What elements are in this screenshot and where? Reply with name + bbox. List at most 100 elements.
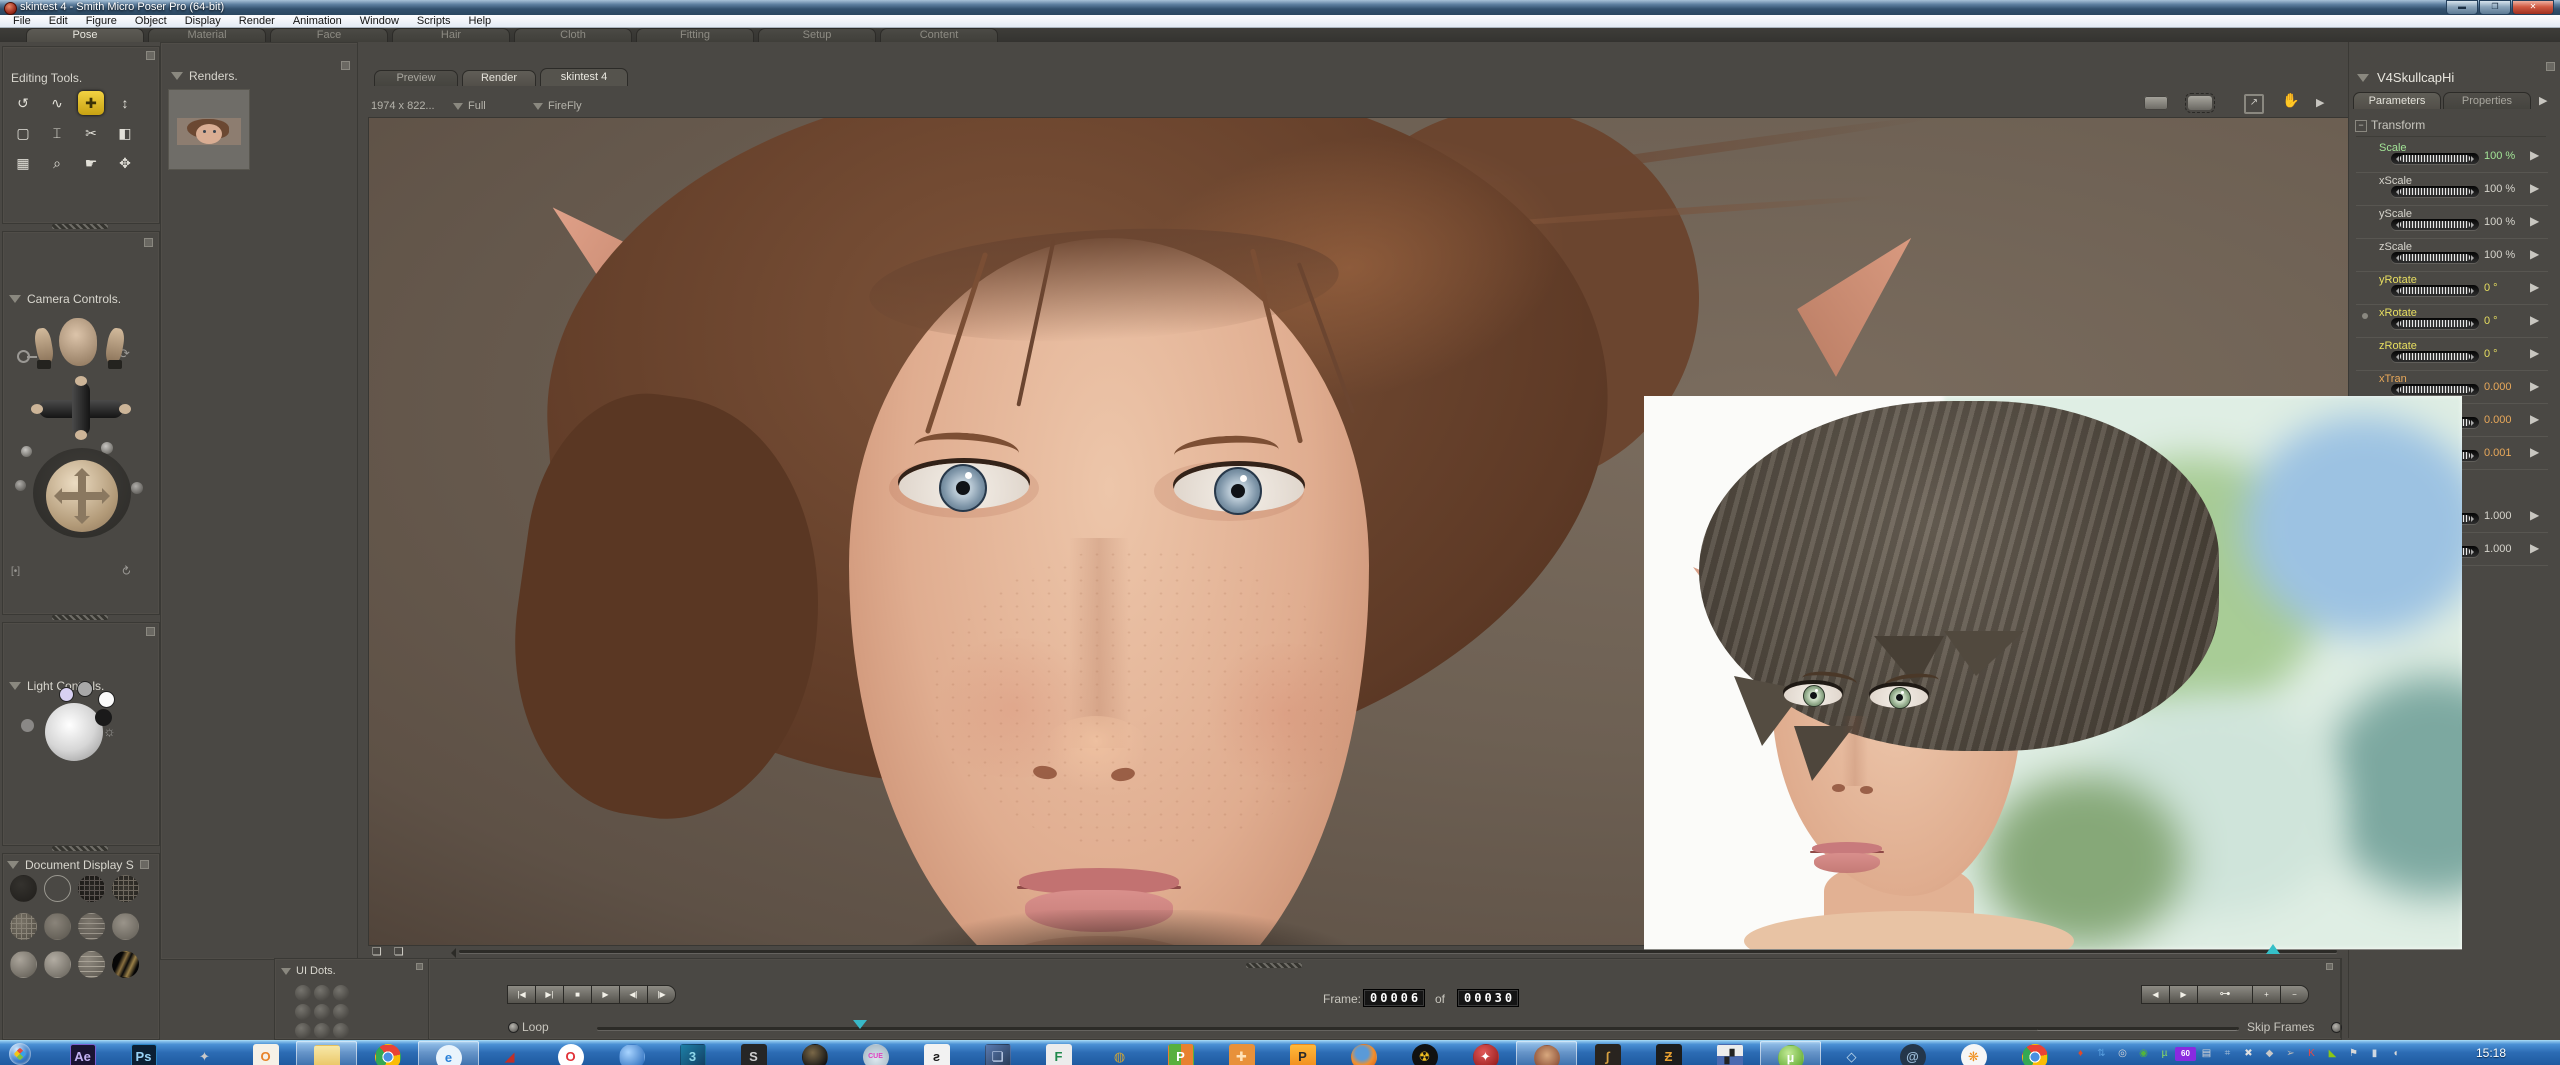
- engine-dropdown[interactable]: FireFly: [533, 100, 582, 112]
- tab-pose[interactable]: Pose: [26, 28, 144, 42]
- collapse-arrow-icon[interactable]: [2357, 73, 2369, 82]
- chrome-icon-2[interactable]: [2004, 1041, 2065, 1065]
- export-render-icon[interactable]: ↗: [2244, 94, 2264, 114]
- tray-utorrent-icon[interactable]: µ: [2154, 1045, 2175, 1063]
- blue-prism-icon[interactable]: ◇: [1821, 1041, 1882, 1065]
- after-effects-icon[interactable]: Ae: [52, 1041, 113, 1065]
- render-progress-marker[interactable]: [2266, 937, 2280, 954]
- ui-dot[interactable]: [333, 1023, 349, 1039]
- menu-window[interactable]: Window: [351, 15, 408, 28]
- camera-dot-3[interactable]: [15, 480, 26, 491]
- frame-total-field[interactable]: 00030: [1457, 989, 1520, 1007]
- dial-value[interactable]: 0.001: [2484, 447, 2512, 459]
- style-smooth-lined[interactable]: [78, 951, 105, 978]
- tray-green-icon[interactable]: ◉: [2133, 1045, 2154, 1063]
- render-size-label[interactable]: 1974 x 822...: [371, 100, 435, 112]
- light-dot-2[interactable]: [77, 681, 93, 697]
- menu-animation[interactable]: Animation: [284, 15, 351, 28]
- more-tools-arrow-icon[interactable]: ▶: [2316, 96, 2324, 109]
- red-utility-icon[interactable]: ◢: [479, 1041, 540, 1065]
- dial-value[interactable]: 0.000: [2484, 381, 2512, 393]
- dial-value[interactable]: 100 %: [2484, 150, 2515, 162]
- render-camera-icon[interactable]: [2144, 96, 2168, 110]
- dial-value[interactable]: 1.000: [2484, 543, 2512, 555]
- dial-options-arrow[interactable]: ▶: [2530, 541, 2539, 555]
- panel-corner-icon[interactable]: [146, 627, 155, 636]
- camera-dot-4[interactable]: [131, 482, 143, 494]
- compare-render-icon-2[interactable]: ❏: [394, 945, 404, 958]
- next-frame-button[interactable]: |▶: [647, 985, 676, 1004]
- dial-options-arrow[interactable]: ▶: [2530, 214, 2539, 228]
- menu-object[interactable]: Object: [126, 15, 176, 28]
- orange-puzzle-icon[interactable]: ✚: [1211, 1041, 1272, 1065]
- skip-frames-track[interactable]: [2037, 1027, 2237, 1030]
- trackball-camera-icon[interactable]: [46, 460, 118, 532]
- timeline-scrubber[interactable]: [597, 1027, 2239, 1030]
- menu-help[interactable]: Help: [460, 15, 501, 28]
- dial-slider[interactable]: [2391, 285, 2479, 296]
- ui-dot[interactable]: [295, 985, 311, 1001]
- light-dot-5[interactable]: [21, 719, 34, 732]
- flyaround-camera-icon[interactable]: ↻: [118, 562, 135, 579]
- style-wireframe[interactable]: [78, 875, 105, 902]
- light-dot-1[interactable]: [59, 687, 74, 702]
- minimize-button[interactable]: ▬: [2446, 0, 2478, 15]
- color-tool-icon[interactable]: ◧: [112, 121, 138, 145]
- style-flat-shaded[interactable]: [44, 913, 71, 940]
- delete-keyframe-button[interactable]: −: [2280, 985, 2309, 1004]
- previous-frame-button[interactable]: ◀|: [619, 985, 647, 1004]
- edit-keyframes-button[interactable]: ⊶: [2197, 985, 2252, 1004]
- style-hidden-line[interactable]: [112, 875, 139, 902]
- panel-corner-icon[interactable]: [2326, 963, 2333, 970]
- cue-disc-icon[interactable]: CUE: [845, 1041, 906, 1065]
- dark-s-icon[interactable]: S: [723, 1041, 784, 1065]
- scale-tool-icon[interactable]: ▢: [10, 121, 36, 145]
- move-y-camera-icon[interactable]: [72, 382, 90, 436]
- tab-preview[interactable]: Preview: [374, 70, 458, 86]
- dial-options-arrow[interactable]: ▶: [2530, 247, 2539, 261]
- panel-separator[interactable]: [52, 224, 108, 229]
- dial-value[interactable]: 100 %: [2484, 216, 2515, 228]
- 3ds-max-icon[interactable]: 3: [662, 1041, 723, 1065]
- rotate-tool-icon[interactable]: ↺: [10, 91, 36, 115]
- first-frame-button[interactable]: |◀: [507, 985, 535, 1004]
- style-flat-lined[interactable]: [78, 913, 105, 940]
- dial-slider[interactable]: [2391, 318, 2479, 329]
- dial-slider[interactable]: [2391, 384, 2479, 395]
- dial-options-arrow[interactable]: ▶: [2530, 280, 2539, 294]
- ui-dot[interactable]: [333, 1004, 349, 1020]
- sun-icon[interactable]: ☼: [103, 723, 116, 739]
- direct-manipulation-tool-icon[interactable]: ✥: [112, 151, 138, 175]
- dial-slider[interactable]: [2391, 252, 2479, 263]
- tab-face[interactable]: Face: [270, 28, 388, 42]
- tab-properties[interactable]: Properties: [2443, 92, 2531, 109]
- dial-options-arrow[interactable]: ▶: [2530, 181, 2539, 195]
- close-button[interactable]: ✕: [2512, 0, 2554, 15]
- zoom-dropdown[interactable]: Full: [453, 100, 486, 112]
- collapse-arrow-icon[interactable]: [171, 72, 183, 80]
- stop-button[interactable]: ■: [563, 985, 591, 1004]
- scroll-left-arrow-icon[interactable]: [446, 948, 456, 958]
- tray-60-badge[interactable]: 60: [2175, 1047, 2196, 1061]
- tab-content[interactable]: Content: [880, 28, 998, 42]
- peazip-icon[interactable]: P: [1150, 1041, 1211, 1065]
- menu-render[interactable]: Render: [230, 15, 284, 28]
- dial-slider[interactable]: [2391, 351, 2479, 362]
- dial-slider[interactable]: [2391, 153, 2479, 164]
- tray-flame-icon[interactable]: ♦: [2070, 1045, 2091, 1063]
- tray-volume-icon[interactable]: ◖: [2385, 1045, 2406, 1063]
- spiral-icon[interactable]: @: [1882, 1041, 1943, 1065]
- padlock-icon[interactable]: ◍: [1089, 1041, 1150, 1065]
- ui-dot[interactable]: [295, 1004, 311, 1020]
- gom-player-icon[interactable]: ❋: [1943, 1041, 2004, 1065]
- dial-value[interactable]: 0 °: [2484, 348, 2498, 360]
- area-render-camera-icon[interactable]: [2185, 93, 2215, 113]
- dial-value[interactable]: 0 °: [2484, 282, 2498, 294]
- fxp-icon[interactable]: F: [1028, 1041, 1089, 1065]
- panel-separator[interactable]: [52, 615, 108, 620]
- dial-slider[interactable]: [2391, 186, 2479, 197]
- ui-dot[interactable]: [314, 985, 330, 1001]
- taskbar-clock[interactable]: 15:18: [2476, 1046, 2506, 1060]
- last-frame-button[interactable]: ▶|: [535, 985, 563, 1004]
- dial-value[interactable]: 100 %: [2484, 249, 2515, 261]
